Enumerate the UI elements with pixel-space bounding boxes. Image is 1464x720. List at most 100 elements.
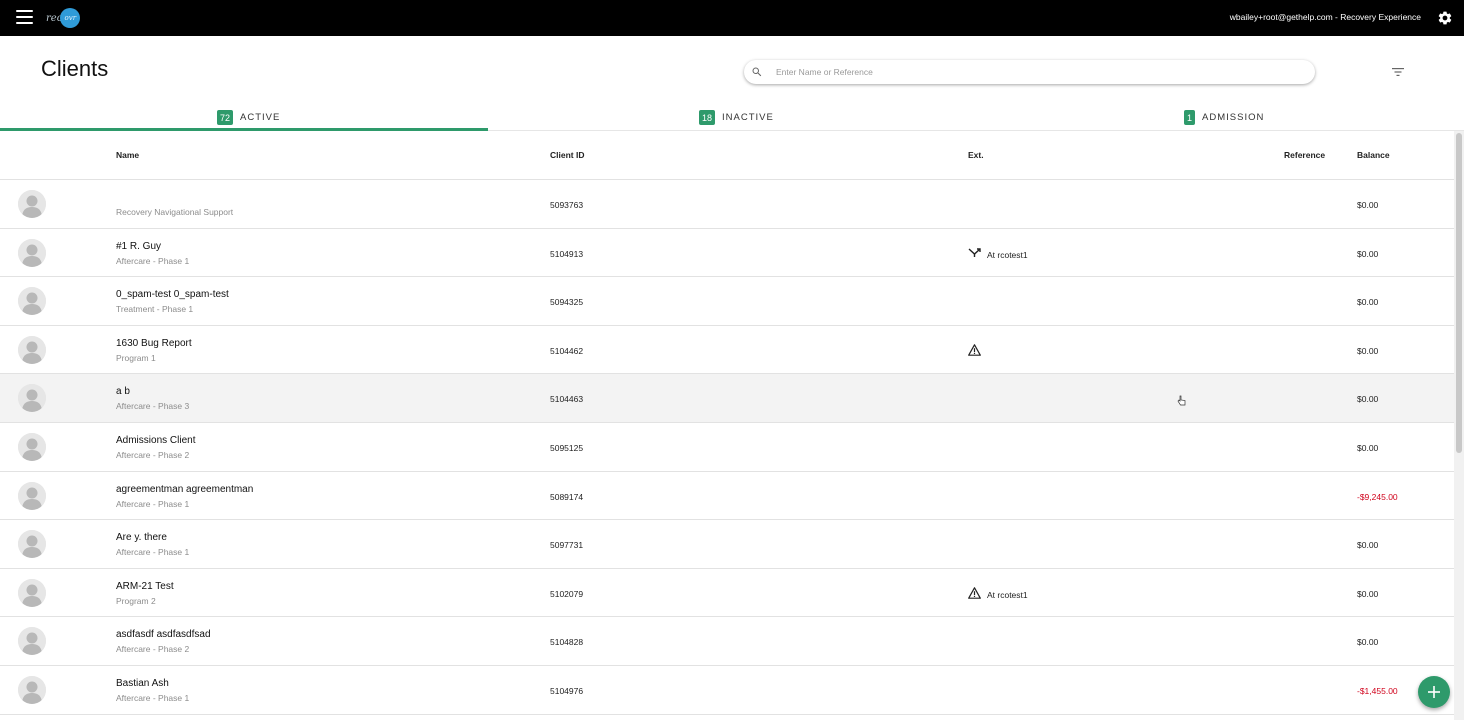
client-name: agreementman agreementman — [116, 483, 254, 495]
client-name: asdfasdf asdfasdfsad — [116, 629, 211, 641]
client-balance: $0.00 — [1357, 248, 1379, 259]
top-app-bar: rec ovr wbailey+root@gethelp.com - Recov… — [0, 0, 1464, 36]
hamburger-menu-icon[interactable] — [16, 10, 33, 24]
client-program: Program 1 — [116, 352, 156, 363]
client-program: Aftercare - Phase 1 — [116, 547, 190, 558]
filter-icon[interactable] — [1392, 67, 1404, 77]
avatar-icon — [18, 190, 46, 218]
warning-icon — [968, 586, 984, 599]
search-bar[interactable] — [744, 60, 1315, 84]
avatar-icon — [18, 578, 46, 607]
client-balance: -$1,455.00 — [1357, 685, 1398, 696]
client-id: 5093763 — [550, 200, 584, 210]
client-program: Program 2 — [116, 595, 156, 606]
warning-icon — [968, 343, 984, 356]
table-row[interactable]: asdfasdf asdfasdfsad Aftercare - Phase 2… — [0, 617, 1454, 666]
tab-active[interactable]: 72 ACTIVE — [217, 104, 280, 131]
client-name: ARM-21 Test — [116, 580, 174, 592]
client-id: 5104828 — [550, 637, 584, 648]
client-balance: $0.00 — [1357, 637, 1379, 648]
table-row[interactable]: Are y. there Aftercare - Phase 1 5097731… — [0, 520, 1454, 569]
client-program: Aftercare - Phase 2 — [116, 644, 190, 655]
client-name: #1 R. Guy — [116, 240, 162, 252]
client-balance: $0.00 — [1357, 200, 1379, 210]
tab-label: ADMISSION — [1202, 112, 1265, 123]
table-row[interactable]: 1630 Bug Report Program 1 5104462 $0.00 — [0, 326, 1454, 375]
column-header-balance[interactable]: Balance — [1357, 150, 1390, 160]
avatar-icon — [18, 627, 46, 656]
column-header-client-id[interactable]: Client ID — [550, 150, 584, 160]
plus-icon — [1428, 686, 1440, 698]
ext-location: At rcotest1 — [987, 589, 1028, 600]
tab-count-badge: 18 — [699, 110, 716, 125]
client-name: Bastian Ash — [116, 677, 169, 689]
table-row[interactable]: Admissions Client Aftercare - Phase 2 50… — [0, 423, 1454, 472]
client-name: Are y. there — [116, 532, 167, 544]
tab-count-badge: 72 — [217, 110, 234, 125]
tab-admission[interactable]: 1 ADMISSION — [1184, 104, 1264, 131]
scrollbar-thumb[interactable] — [1456, 133, 1462, 453]
avatar-icon — [18, 384, 46, 413]
client-id: 5104463 — [550, 394, 584, 405]
client-name: a b — [116, 386, 130, 398]
avatar-icon — [18, 287, 46, 316]
add-client-button[interactable] — [1418, 676, 1450, 708]
column-header-reference[interactable]: Reference — [1284, 150, 1325, 160]
client-program: Treatment - Phase 1 — [116, 304, 194, 315]
client-balance: $0.00 — [1357, 442, 1379, 453]
avatar-icon — [18, 481, 46, 510]
table-row[interactable]: 0_spam-test 0_spam-test Treatment - Phas… — [0, 277, 1454, 326]
client-id: 5104462 — [550, 345, 584, 356]
table-row[interactable]: ARM-21 Test Program 2 5102079 At rcotest… — [0, 569, 1454, 618]
table-row[interactable]: Bastian Ash Aftercare - Phase 1 5104976 … — [0, 666, 1454, 715]
ext-location: At rcotest1 — [987, 249, 1028, 260]
client-program: Aftercare - Phase 1 — [116, 255, 190, 266]
tab-label: INACTIVE — [722, 112, 774, 123]
account-label[interactable]: wbailey+root@gethelp.com - Recovery Expe… — [1230, 12, 1421, 22]
client-id: 5102079 — [550, 588, 584, 599]
hand-cursor-icon — [1177, 396, 1186, 406]
client-list: Recovery Navigational Support 5093763 $0… — [0, 180, 1454, 715]
ext-status — [968, 343, 987, 357]
table-row[interactable]: Recovery Navigational Support 5093763 $0… — [0, 180, 1454, 229]
client-balance: -$9,245.00 — [1357, 491, 1398, 502]
table-header: Name Client ID Ext. Reference Balance — [0, 131, 1454, 180]
client-id: 5104913 — [550, 248, 584, 259]
tab-label: ACTIVE — [240, 112, 281, 123]
avatar-icon — [18, 238, 46, 267]
table-row[interactable]: #1 R. Guy Aftercare - Phase 1 5104913 At… — [0, 229, 1454, 278]
app-logo[interactable]: rec ovr — [46, 8, 81, 28]
client-name: 1630 Bug Report — [116, 337, 192, 349]
client-balance: $0.00 — [1357, 345, 1379, 356]
client-id: 5089174 — [550, 491, 584, 502]
client-id: 5095125 — [550, 442, 584, 453]
gear-icon[interactable] — [1437, 10, 1453, 26]
client-id: 5097731 — [550, 540, 584, 551]
scrollbar[interactable] — [1454, 131, 1464, 720]
column-header-ext[interactable]: Ext. — [968, 150, 984, 160]
ext-status: At rcotest1 — [968, 586, 1028, 600]
search-icon — [752, 67, 762, 77]
ext-status: At rcotest1 — [968, 246, 1028, 260]
table-row[interactable]: a b Aftercare - Phase 3 5104463 $0.00 — [0, 374, 1454, 423]
logo-mark: ovr — [60, 8, 81, 28]
search-input[interactable] — [776, 67, 1276, 77]
client-program: Aftercare - Phase 2 — [116, 449, 190, 460]
client-balance: $0.00 — [1357, 394, 1379, 405]
client-program: Recovery Navigational Support — [116, 207, 234, 217]
tab-inactive[interactable]: 18 INACTIVE — [699, 104, 774, 131]
client-balance: $0.00 — [1357, 588, 1379, 599]
avatar-icon — [18, 530, 46, 559]
avatar-icon — [18, 432, 46, 461]
client-id: 5104976 — [550, 685, 584, 696]
transfer-icon — [968, 247, 984, 258]
client-program: Aftercare - Phase 1 — [116, 498, 190, 509]
table-row[interactable]: agreementman agreementman Aftercare - Ph… — [0, 472, 1454, 521]
avatar-icon — [18, 675, 46, 704]
client-balance: $0.00 — [1357, 540, 1379, 551]
client-balance: $0.00 — [1357, 297, 1379, 308]
client-program: Aftercare - Phase 1 — [116, 692, 190, 703]
client-name: 0_spam-test 0_spam-test — [116, 289, 229, 301]
column-header-name[interactable]: Name — [116, 150, 139, 160]
avatar-icon — [18, 335, 46, 364]
